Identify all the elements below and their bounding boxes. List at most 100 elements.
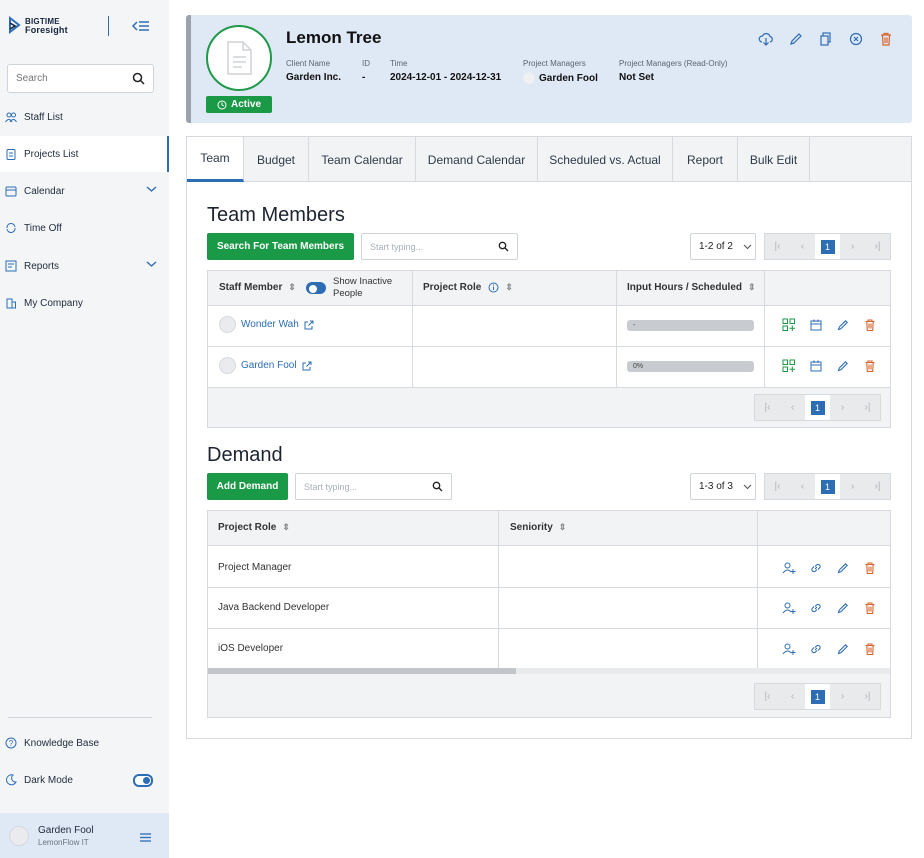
tab-team[interactable]: Team [187, 137, 244, 182]
trash-icon[interactable] [863, 318, 877, 332]
link-icon[interactable] [809, 561, 823, 575]
calendar-icon[interactable] [809, 359, 823, 373]
copy-icon[interactable] [818, 31, 834, 47]
tab-demand-calendar[interactable]: Demand Calendar [416, 137, 538, 182]
edit-icon[interactable] [836, 359, 850, 373]
tab-bulk-edit[interactable]: Bulk Edit [738, 137, 810, 182]
trash-icon[interactable] [863, 642, 877, 656]
sidebar-item-time-off[interactable]: Time Off [0, 210, 169, 246]
column-header-staff-member[interactable]: Staff Member ⇕ [219, 282, 296, 293]
assign-grid-icon[interactable] [782, 318, 796, 332]
add-demand-button[interactable]: Add Demand [207, 473, 288, 500]
current-page-button[interactable]: 1 [805, 684, 830, 709]
search-icon[interactable] [498, 241, 509, 252]
last-page-icon[interactable]: ›| [865, 234, 890, 259]
cancel-circle-icon[interactable] [848, 31, 864, 47]
dark-mode-toggle[interactable] [133, 774, 153, 787]
team-page-size-select[interactable]: 1-2 of 2 [690, 233, 756, 260]
column-header-seniority[interactable]: Seniority ⇕ [510, 522, 566, 533]
demand-page-size-select[interactable]: 1-3 of 3 [690, 473, 756, 500]
sort-icon[interactable]: ⇕ [282, 522, 290, 533]
menu-icon[interactable] [140, 833, 151, 842]
sidebar-search-input[interactable] [16, 73, 126, 84]
trash-icon[interactable] [863, 561, 877, 575]
column-header-project-role[interactable]: Project Role ⇕ [423, 282, 513, 293]
edit-icon[interactable] [836, 642, 850, 656]
sidebar-item-knowledge-base[interactable]: ? Knowledge Base [0, 725, 169, 761]
edit-icon[interactable] [836, 318, 850, 332]
first-page-icon[interactable]: |‹ [755, 395, 780, 420]
first-page-icon[interactable]: |‹ [755, 684, 780, 709]
add-person-icon[interactable] [782, 601, 796, 615]
search-team-members-button[interactable]: Search For Team Members [207, 233, 354, 260]
sidebar: BIGTIME Foresight Staff List Projects Li… [0, 0, 169, 858]
tab-team-calendar[interactable]: Team Calendar [309, 137, 416, 182]
first-page-icon[interactable]: |‹ [765, 234, 790, 259]
last-page-icon[interactable]: ›| [855, 684, 880, 709]
trash-icon[interactable] [863, 359, 877, 373]
column-label: Project Role [423, 282, 482, 293]
chevron-down-icon[interactable] [146, 260, 157, 268]
team-search-input[interactable]: Start typing... [361, 233, 518, 260]
next-page-icon[interactable]: › [840, 234, 865, 259]
link-icon[interactable] [809, 642, 823, 656]
info-icon[interactable] [488, 282, 499, 293]
trash-icon[interactable] [863, 601, 877, 615]
team-search-placeholder: Start typing... [370, 242, 424, 252]
current-page-button[interactable]: 1 [815, 234, 840, 259]
calendar-icon[interactable] [809, 318, 823, 332]
staff-name-link[interactable]: Wonder Wah [241, 319, 299, 330]
column-header-project-role[interactable]: Project Role ⇕ [218, 522, 290, 533]
next-page-icon[interactable]: › [830, 395, 855, 420]
chevron-down-icon[interactable] [146, 185, 157, 193]
next-page-icon[interactable]: › [830, 684, 855, 709]
cloud-download-icon[interactable] [758, 31, 774, 47]
assign-grid-icon[interactable] [782, 359, 796, 373]
current-page-button[interactable]: 1 [805, 395, 830, 420]
sort-icon[interactable]: ⇕ [748, 282, 756, 293]
prev-page-icon[interactable]: ‹ [780, 395, 805, 420]
sidebar-item-reports[interactable]: Reports [0, 248, 169, 284]
staff-name-link[interactable]: Garden Fool [241, 360, 297, 371]
external-link-icon[interactable] [302, 361, 312, 371]
next-page-icon[interactable]: › [840, 474, 865, 499]
edit-icon[interactable] [836, 561, 850, 575]
external-link-icon[interactable] [304, 320, 314, 330]
sort-icon[interactable]: ⇕ [288, 282, 296, 293]
user-name: Garden Fool [38, 824, 94, 836]
search-icon[interactable] [432, 481, 443, 492]
link-icon[interactable] [809, 601, 823, 615]
collapse-sidebar-icon[interactable] [131, 17, 151, 35]
divider [412, 271, 413, 387]
edit-icon[interactable] [836, 601, 850, 615]
sidebar-item-my-company[interactable]: My Company [0, 285, 169, 321]
show-inactive-toggle[interactable] [306, 282, 326, 294]
brand-logo[interactable]: BIGTIME Foresight [8, 16, 68, 36]
sidebar-search[interactable] [7, 64, 154, 93]
sort-icon[interactable]: ⇕ [559, 522, 567, 533]
prev-page-icon[interactable]: ‹ [790, 234, 815, 259]
current-page-button[interactable]: 1 [815, 474, 840, 499]
last-page-icon[interactable]: ›| [865, 474, 890, 499]
tab-budget[interactable]: Budget [244, 137, 309, 182]
sidebar-item-calendar[interactable]: Calendar [0, 173, 169, 209]
first-page-icon[interactable]: |‹ [765, 474, 790, 499]
column-header-hours[interactable]: Input Hours / Scheduled ⇕ [627, 282, 756, 293]
pm-value[interactable]: Garden Fool [539, 73, 598, 84]
search-icon[interactable] [132, 72, 145, 85]
tab-report[interactable]: Report [673, 137, 738, 182]
edit-icon[interactable] [788, 31, 804, 47]
last-page-icon[interactable]: ›| [855, 395, 880, 420]
sidebar-item-projects-list[interactable]: Projects List [0, 136, 169, 172]
sort-icon[interactable]: ⇕ [505, 282, 513, 293]
demand-search-input[interactable]: Start typing... [295, 473, 452, 500]
sidebar-item-staff-list[interactable]: Staff List [0, 99, 169, 135]
add-person-icon[interactable] [782, 561, 796, 575]
trash-icon[interactable] [878, 31, 894, 47]
tab-scheduled-vs-actual[interactable]: Scheduled vs. Actual [538, 137, 673, 182]
prev-page-icon[interactable]: ‹ [790, 474, 815, 499]
prev-page-icon[interactable]: ‹ [780, 684, 805, 709]
chevron-down-icon [743, 484, 752, 489]
add-person-icon[interactable] [782, 642, 796, 656]
user-profile[interactable]: Garden Fool LemonFlow IT [0, 813, 169, 858]
